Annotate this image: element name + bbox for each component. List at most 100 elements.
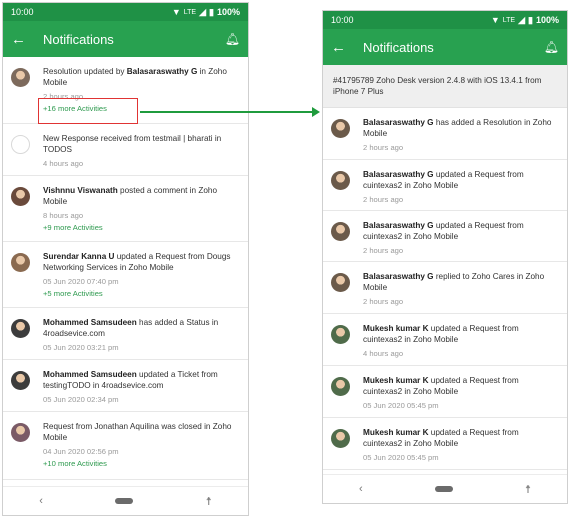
notifications-screen-right: 10:00 ▼ LTE ◢ ▮ 100% ← Notifications 🔔︎ … xyxy=(322,10,568,504)
timestamp: 4 hours ago xyxy=(43,159,84,168)
timestamp: 05 Jun 2020 05:45 pm xyxy=(363,453,439,462)
accessibility-icon[interactable]: ☨ xyxy=(206,495,212,508)
nav-back-icon[interactable]: ‹ xyxy=(359,483,363,495)
actor-name: Mohammed Samsudeen xyxy=(43,370,137,379)
nav-home-icon[interactable] xyxy=(115,498,134,504)
list-item[interactable]: Mukesh kumar K updated a Request from cu… xyxy=(323,314,567,366)
actor-name: Balasaraswathy G xyxy=(363,170,434,179)
timestamp: 2 hours ago xyxy=(363,246,404,255)
timestamp: 05 Jun 2020 02:34 pm xyxy=(43,395,119,404)
avatar xyxy=(331,273,350,292)
page-title: Notifications xyxy=(43,31,114,47)
actor-name: Surendar Kanna U xyxy=(43,252,115,261)
timestamp: 04 Jun 2020 02:56 pm xyxy=(43,447,119,456)
network-label: LTE xyxy=(502,16,516,24)
notification-text: Surendar Kanna U updated a Request from … xyxy=(43,251,240,273)
notification-text: Mukesh kumar K updated a Request from cu… xyxy=(363,323,559,345)
battery-icon: ▮ xyxy=(209,6,214,17)
bell-settings-icon[interactable]: 🔔︎ xyxy=(544,40,559,54)
actor-name: Mohammed Samsudeen xyxy=(43,318,137,327)
status-time: 10:00 xyxy=(331,15,354,25)
avatar xyxy=(11,423,30,442)
avatar xyxy=(331,325,350,344)
notifications-screen-left: 10:00 ▼ LTE ◢ ▮ 100% ← Notifications 🔔︎ … xyxy=(2,2,249,516)
timestamp: 4 hours ago xyxy=(363,349,404,358)
timestamp: 05 Jun 2020 05:45 pm xyxy=(363,401,439,410)
list-item[interactable]: Request from Jonathan Aquilina was close… xyxy=(3,412,248,480)
notification-text: Balasaraswathy G updated a Request from … xyxy=(363,220,559,242)
actor-name: Mukesh kumar K xyxy=(363,428,429,437)
notification-text: Balasaraswathy G has added a Resolution … xyxy=(363,117,559,139)
actor-name: Vishnnu Viswanath xyxy=(43,186,118,195)
network-label: LTE xyxy=(183,8,197,16)
battery-level: 100% xyxy=(216,7,240,17)
signal-icon: ◢ xyxy=(199,6,207,17)
notification-text: Balasaraswathy G replied to Zoho Cares i… xyxy=(363,271,559,293)
avatar xyxy=(11,253,30,272)
actor-name: Balasaraswathy G xyxy=(363,272,434,281)
notification-text: Mukesh kumar K updated a Request from cu… xyxy=(363,375,559,397)
avatar xyxy=(331,377,350,396)
battery-level: 100% xyxy=(535,15,559,25)
list-item[interactable]: Balasaraswathy G replied to Zoho Cares i… xyxy=(323,262,567,314)
timestamp: 2 hours ago xyxy=(363,143,404,152)
more-activities-link[interactable]: +5 more Activities xyxy=(43,288,240,299)
wifi-icon: ▼ xyxy=(171,7,181,17)
avatar xyxy=(11,135,30,154)
nav-back-icon[interactable]: ‹ xyxy=(39,495,43,507)
status-bar: 10:00 ▼ LTE ◢ ▮ 100% xyxy=(323,11,567,29)
timestamp: 05 Jun 2020 03:21 pm xyxy=(43,343,119,352)
notification-text: Balasaraswathy G updated a Request from … xyxy=(363,169,559,191)
notification-text: New Response received from testmail | bh… xyxy=(43,133,240,155)
message-prefix: New Response received from testmail | bh… xyxy=(43,134,222,154)
list-item[interactable]: Mukesh kumar K updated a Request from cu… xyxy=(323,366,567,418)
timestamp: 2 hours ago xyxy=(363,297,404,306)
actor-name: Balasaraswathy G xyxy=(363,221,434,230)
status-time: 10:00 xyxy=(11,7,34,17)
status-bar: 10:00 ▼ LTE ◢ ▮ 100% xyxy=(3,3,248,21)
list-item[interactable]: Mohammed Samsudeen updated a Ticket from… xyxy=(3,360,248,412)
notification-text: Mukesh kumar K updated a Request from cu… xyxy=(363,427,559,449)
list-item[interactable]: Balasaraswathy G has added a Resolution … xyxy=(323,108,567,160)
avatar xyxy=(11,371,30,390)
more-activities-link[interactable]: +10 more Activities xyxy=(43,458,240,469)
page-title: Notifications xyxy=(363,39,434,55)
activity-list: Balasaraswathy G has added a Resolution … xyxy=(323,108,567,470)
message-prefix: Resolution updated by xyxy=(43,67,127,76)
notification-text: Mohammed Samsudeen has added a Status in… xyxy=(43,317,240,339)
ticket-header[interactable]: #41795789 Zoho Desk version 2.4.8 with i… xyxy=(323,65,567,108)
arrow-left-icon[interactable]: ← xyxy=(331,39,355,56)
notification-text: Vishnnu Viswanath posted a comment in Zo… xyxy=(43,185,240,207)
signal-icon: ◢ xyxy=(518,14,526,25)
actor-name: Mukesh kumar K xyxy=(363,324,429,333)
list-item[interactable]: Balasaraswathy G updated a Request from … xyxy=(323,160,567,211)
list-item[interactable]: Balasaraswathy G updated a Request from … xyxy=(323,211,567,262)
bell-settings-icon[interactable]: 🔔︎ xyxy=(225,32,240,46)
avatar xyxy=(331,222,350,241)
system-nav-bar: ‹ ☨ xyxy=(323,474,567,503)
accessibility-icon[interactable]: ☨ xyxy=(525,483,531,496)
list-item[interactable]: Mukesh kumar K updated a Request from cu… xyxy=(323,418,567,470)
arrow-left-icon[interactable]: ← xyxy=(11,31,35,48)
list-item[interactable]: Vishnnu Viswanath posted a comment in Zo… xyxy=(3,176,248,242)
avatar xyxy=(11,319,30,338)
actor-name: Balasaraswathy G xyxy=(126,67,198,76)
list-item[interactable]: Surendar Kanna U updated a Request from … xyxy=(3,242,248,308)
system-nav-bar: ‹ ☨ xyxy=(3,486,248,515)
avatar xyxy=(11,68,30,87)
actor-name: Balasaraswathy G xyxy=(363,118,434,127)
avatar xyxy=(331,171,350,190)
nav-home-icon[interactable] xyxy=(434,486,453,492)
avatar xyxy=(331,119,350,138)
notification-text: Mohammed Samsudeen updated a Ticket from… xyxy=(43,369,240,391)
timestamp: 2 hours ago xyxy=(363,195,404,204)
more-activities-link[interactable]: +9 more Activities xyxy=(43,222,240,233)
message-prefix: Request from Jonathan Aquilina was close… xyxy=(43,422,232,442)
wifi-icon: ▼ xyxy=(490,15,500,25)
list-item[interactable]: New Response received from testmail | bh… xyxy=(3,124,248,176)
more-activities-highlight xyxy=(38,98,138,124)
timestamp: 8 hours ago xyxy=(43,211,84,220)
list-item[interactable]: Mohammed Samsudeen has added a Status in… xyxy=(3,308,248,360)
notification-text: Resolution updated by Balasaraswathy G i… xyxy=(43,66,240,88)
timestamp: 05 Jun 2020 07:40 pm xyxy=(43,277,119,286)
